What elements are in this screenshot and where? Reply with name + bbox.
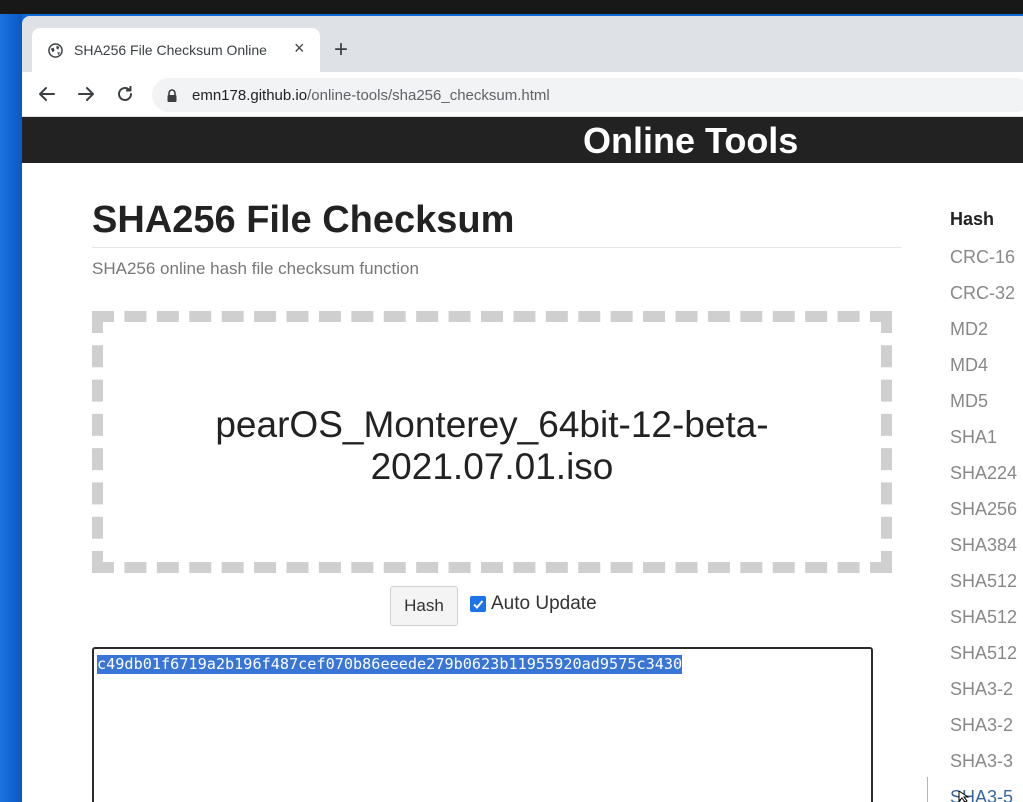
page-subtitle: SHA256 online hash file checksum functio… xyxy=(92,259,419,278)
tab-close-icon[interactable]: × xyxy=(294,38,305,59)
back-arrow-icon[interactable] xyxy=(35,82,59,106)
url-text: emn178.github.io/online-tools/sha256_che… xyxy=(192,87,550,104)
globe-icon xyxy=(48,43,63,58)
sidebar-item-md4[interactable]: MD4 xyxy=(950,355,988,376)
mouse-cursor-icon xyxy=(958,791,970,802)
sidebar-heading: Hash xyxy=(950,209,995,229)
url-path: /online-tools/sha256_checksum.html xyxy=(307,87,550,104)
sidebar-item-crc32[interactable]: CRC-32 xyxy=(950,283,1015,304)
sidebar-item-sha512[interactable]: SHA512 xyxy=(950,571,1017,592)
site-title[interactable]: Online Tools xyxy=(583,120,798,162)
hash-button[interactable]: Hash xyxy=(390,586,458,626)
reload-icon[interactable] xyxy=(113,82,137,106)
browser-window: SHA256 File Checksum Online × + emn178.g… xyxy=(22,16,1023,802)
desktop-background xyxy=(0,14,22,802)
sidebar-item-sha256[interactable]: SHA256 xyxy=(950,499,1017,520)
sidebar-item-sha512-256[interactable]: SHA512 xyxy=(950,643,1017,664)
title-divider xyxy=(92,247,902,248)
sidebar-item-sha3-224[interactable]: SHA3-2 xyxy=(950,679,1013,700)
url-host: emn178.github.io xyxy=(192,87,308,104)
sidebar-item-sha3-256[interactable]: SHA3-2 xyxy=(950,715,1013,736)
sidebar-item-sha3-384[interactable]: SHA3-3 xyxy=(950,751,1013,772)
checkmark-icon xyxy=(473,600,484,609)
auto-update-checkbox[interactable] xyxy=(470,596,486,612)
page-title: SHA256 File Checksum xyxy=(92,199,515,241)
site-header: Online Tools xyxy=(22,117,1023,163)
forward-arrow-icon[interactable] xyxy=(74,82,98,106)
file-drop-zone[interactable]: pearOS_Monterey_64bit-12-beta-2021.07.01… xyxy=(92,311,892,573)
sidebar-item-sha512-224[interactable]: SHA512 xyxy=(950,607,1017,628)
sidebar-item-sha384[interactable]: SHA384 xyxy=(950,535,1017,556)
sidebar-item-sha224[interactable]: SHA224 xyxy=(950,463,1017,484)
hash-output-value[interactable]: c49db01f6719a2b196f487cef070b86eeede279b… xyxy=(97,655,683,674)
address-bar[interactable]: emn178.github.io/online-tools/sha256_che… xyxy=(152,78,1023,112)
sidebar-item-md5[interactable]: MD5 xyxy=(950,391,988,412)
sidebar-item-md2[interactable]: MD2 xyxy=(950,319,988,340)
tab-title: SHA256 File Checksum Online xyxy=(74,42,267,58)
sidebar-active-indicator xyxy=(927,777,928,802)
selected-file-name: pearOS_Monterey_64bit-12-beta-2021.07.01… xyxy=(215,404,769,487)
browser-tab[interactable]: SHA256 File Checksum Online × xyxy=(32,28,320,72)
auto-update-label: Auto Update xyxy=(491,593,597,614)
browser-toolbar: emn178.github.io/online-tools/sha256_che… xyxy=(22,72,1023,117)
page-content: SHA256 File Checksum SHA256 online hash … xyxy=(22,163,1023,802)
sidebar-item-sha1[interactable]: SHA1 xyxy=(950,427,997,448)
lock-icon[interactable] xyxy=(165,88,179,104)
desktop-top-bar xyxy=(0,0,1023,14)
tab-strip: SHA256 File Checksum Online × + xyxy=(22,16,1023,72)
new-tab-button[interactable]: + xyxy=(334,38,348,62)
sidebar-item-crc16[interactable]: CRC-16 xyxy=(950,247,1015,268)
hash-output-textarea[interactable]: c49db01f6719a2b196f487cef070b86eeede279b… xyxy=(92,647,873,802)
